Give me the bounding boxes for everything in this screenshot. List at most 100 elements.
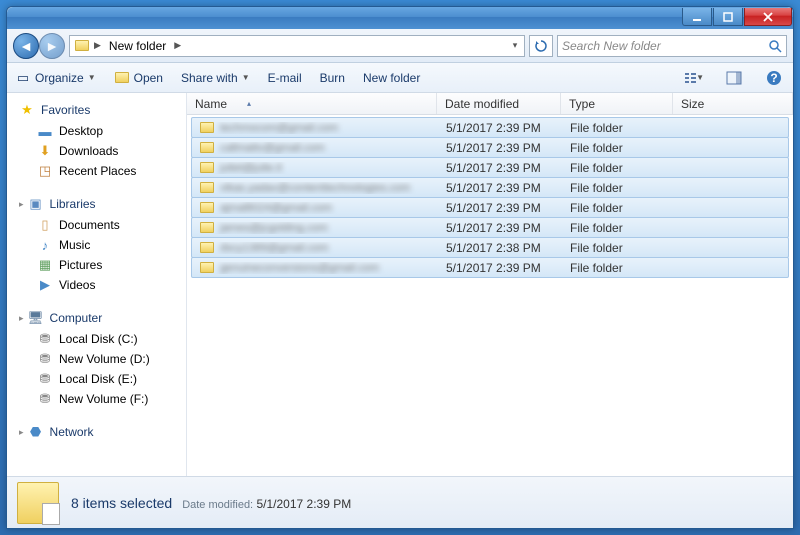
sidebar-item-pictures[interactable]: ▦Pictures [7, 255, 186, 275]
breadcrumb-separator-icon[interactable]: ▶ [174, 40, 181, 51]
file-date: 5/1/2017 2:39 PM [438, 181, 562, 195]
help-button[interactable]: ? [763, 68, 785, 88]
sidebar-item-drive-c[interactable]: ⛃Local Disk (C:) [7, 329, 186, 349]
file-name: callmattv@gmail.com [220, 142, 325, 154]
sidebar-item-drive-d[interactable]: ⛃New Volume (D:) [7, 349, 186, 369]
recent-icon: ◳ [37, 163, 53, 179]
sort-ascending-icon: ▴ [247, 99, 251, 108]
newfolder-button[interactable]: New folder [363, 71, 420, 85]
folder-icon [200, 242, 214, 253]
folder-icon [200, 182, 214, 193]
folder-icon [200, 202, 214, 213]
network-group[interactable]: ▸ ⬣ Network [7, 421, 186, 443]
navigation-bar: ◄ ► ▶ New folder ▶ ▾ Search New folder [7, 29, 793, 63]
refresh-button[interactable] [529, 35, 553, 57]
column-name[interactable]: Name▴ [187, 93, 437, 114]
downloads-icon: ⬇ [37, 143, 53, 159]
file-type: File folder [562, 241, 674, 255]
column-date[interactable]: Date modified [437, 93, 561, 114]
file-type: File folder [562, 181, 674, 195]
file-row[interactable]: vikas.yadav@contenttechnologies.com 5/1/2… [191, 177, 789, 198]
breadcrumb-separator-icon: ▶ [94, 40, 101, 51]
sidebar-item-desktop[interactable]: ▬Desktop [7, 121, 186, 141]
titlebar[interactable] [7, 7, 793, 29]
file-date: 5/1/2017 2:39 PM [438, 261, 562, 275]
sidebar-item-recent[interactable]: ◳Recent Places [7, 161, 186, 181]
file-row[interactable]: techmocom@gmail.com5/1/2017 2:39 PMFile … [191, 117, 789, 138]
chevron-down-icon: ▼ [696, 73, 704, 82]
file-date: 5/1/2017 2:39 PM [438, 161, 562, 175]
file-name: techmocom@gmail.com [220, 122, 338, 134]
file-type: File folder [562, 141, 674, 155]
breadcrumb-current[interactable]: New folder [105, 37, 170, 55]
file-row[interactable]: genuineconversions@gmail.com5/1/2017 2:3… [191, 257, 789, 278]
sidebar-item-documents[interactable]: ▯Documents [7, 215, 186, 235]
file-row[interactable]: ajmal8024@gmail.com5/1/2017 2:39 PMFile … [191, 197, 789, 218]
desktop-icon: ▬ [37, 123, 53, 139]
chevron-down-icon: ▼ [88, 73, 96, 82]
details-title: 8 items selected [71, 495, 172, 511]
libraries-group[interactable]: ▸ ▣ Libraries [7, 193, 186, 215]
folder-icon [200, 142, 214, 153]
share-menu[interactable]: Share with ▼ [181, 71, 250, 85]
minimize-button[interactable] [682, 8, 712, 26]
details-meta-label: Date modified: [182, 499, 253, 511]
email-button[interactable]: E-mail [268, 71, 302, 85]
address-bar[interactable]: ▶ New folder ▶ ▾ [69, 35, 525, 57]
file-type: File folder [562, 121, 674, 135]
column-size[interactable]: Size [673, 93, 793, 114]
organize-menu[interactable]: ▭ Organize ▼ [15, 70, 96, 86]
star-icon: ★ [19, 102, 35, 118]
computer-icon: 🖥 [28, 310, 44, 326]
file-row[interactable]: juliet@julie.it 5/1/2017 2:39 PMFile fold… [191, 157, 789, 178]
search-icon[interactable] [768, 39, 782, 53]
forward-button[interactable]: ► [39, 33, 65, 59]
sidebar-item-drive-f[interactable]: ⛃New Volume (F:) [7, 389, 186, 409]
organize-icon: ▭ [15, 70, 31, 86]
file-name: ajmal8024@gmail.com [220, 202, 332, 214]
file-type: File folder [562, 161, 674, 175]
expand-icon[interactable]: ▸ [19, 313, 24, 324]
file-row[interactable]: callmattv@gmail.com5/1/2017 2:39 PMFile … [191, 137, 789, 158]
command-bar: ▭ Organize ▼ Open Share with ▼ E-mail Bu… [7, 63, 793, 93]
folder-icon [200, 162, 214, 173]
sidebar-item-downloads[interactable]: ⬇Downloads [7, 141, 186, 161]
column-headers: Name▴ Date modified Type Size [187, 93, 793, 115]
folder-icon [200, 262, 214, 273]
sidebar-item-videos[interactable]: ▶Videos [7, 275, 186, 295]
column-type[interactable]: Type [561, 93, 673, 114]
folder-icon [74, 38, 90, 54]
back-button[interactable]: ◄ [13, 33, 39, 59]
preview-pane-button[interactable] [723, 68, 745, 88]
details-pane: 8 items selected Date modified: 5/1/2017… [7, 476, 793, 528]
file-type: File folder [562, 261, 674, 275]
view-menu[interactable]: ▼ [683, 68, 705, 88]
drive-icon: ⛃ [37, 331, 53, 347]
open-button[interactable]: Open [114, 70, 163, 86]
libraries-icon: ▣ [28, 196, 44, 212]
maximize-button[interactable] [713, 8, 743, 26]
file-name: juliet@julie.it [220, 162, 282, 174]
file-name: vikas.yadav@contenttechnologies.com [220, 182, 410, 194]
pictures-icon: ▦ [37, 257, 53, 273]
close-button[interactable] [744, 8, 792, 26]
computer-group[interactable]: ▸ 🖥 Computer [7, 307, 186, 329]
music-icon: ♪ [37, 237, 53, 253]
videos-icon: ▶ [37, 277, 53, 293]
sidebar-item-drive-e[interactable]: ⛃Local Disk (E:) [7, 369, 186, 389]
sidebar-item-music[interactable]: ♪Music [7, 235, 186, 255]
favorites-group[interactable]: ★ Favorites [7, 99, 186, 121]
expand-icon[interactable]: ▸ [19, 427, 24, 438]
open-icon [114, 70, 130, 86]
folder-large-icon [17, 482, 59, 524]
expand-icon[interactable]: ▸ [19, 199, 24, 210]
search-box[interactable]: Search New folder [557, 35, 787, 57]
folder-icon [200, 222, 214, 233]
address-dropdown-icon[interactable]: ▾ [506, 40, 524, 51]
svg-text:?: ? [770, 71, 777, 85]
file-rows: techmocom@gmail.com5/1/2017 2:39 PMFile … [187, 115, 793, 476]
details-meta-value: 5/1/2017 2:39 PM [256, 497, 351, 511]
file-row[interactable]: james@jcgolding.com5/1/2017 2:39 PMFile … [191, 217, 789, 238]
burn-button[interactable]: Burn [320, 71, 345, 85]
file-row[interactable]: dscy1389@gmail.com5/1/2017 2:38 PMFile f… [191, 237, 789, 258]
